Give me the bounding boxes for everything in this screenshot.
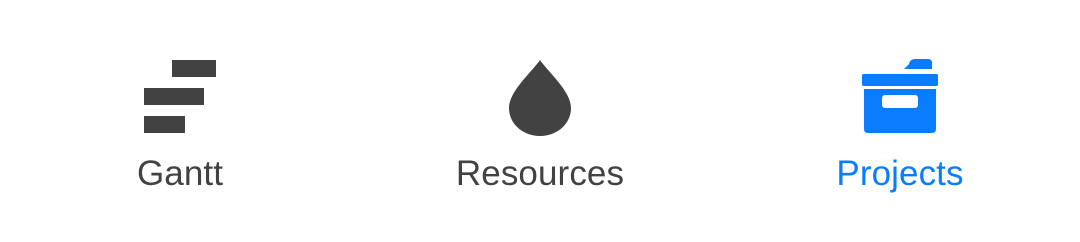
tab-projects[interactable]: Projects (770, 40, 1030, 210)
tab-gantt-label: Gantt (136, 154, 224, 193)
tab-gantt[interactable]: Gantt (50, 40, 310, 210)
folder-icon (860, 58, 940, 138)
tab-projects-label: Projects (836, 154, 964, 193)
tab-resources-label: Resources (455, 154, 625, 193)
bottom-tab-bar: Gantt Resources Projects (0, 0, 1080, 242)
gantt-icon (140, 58, 220, 138)
tab-resources[interactable]: Resources (410, 40, 670, 210)
drop-icon (500, 58, 580, 138)
